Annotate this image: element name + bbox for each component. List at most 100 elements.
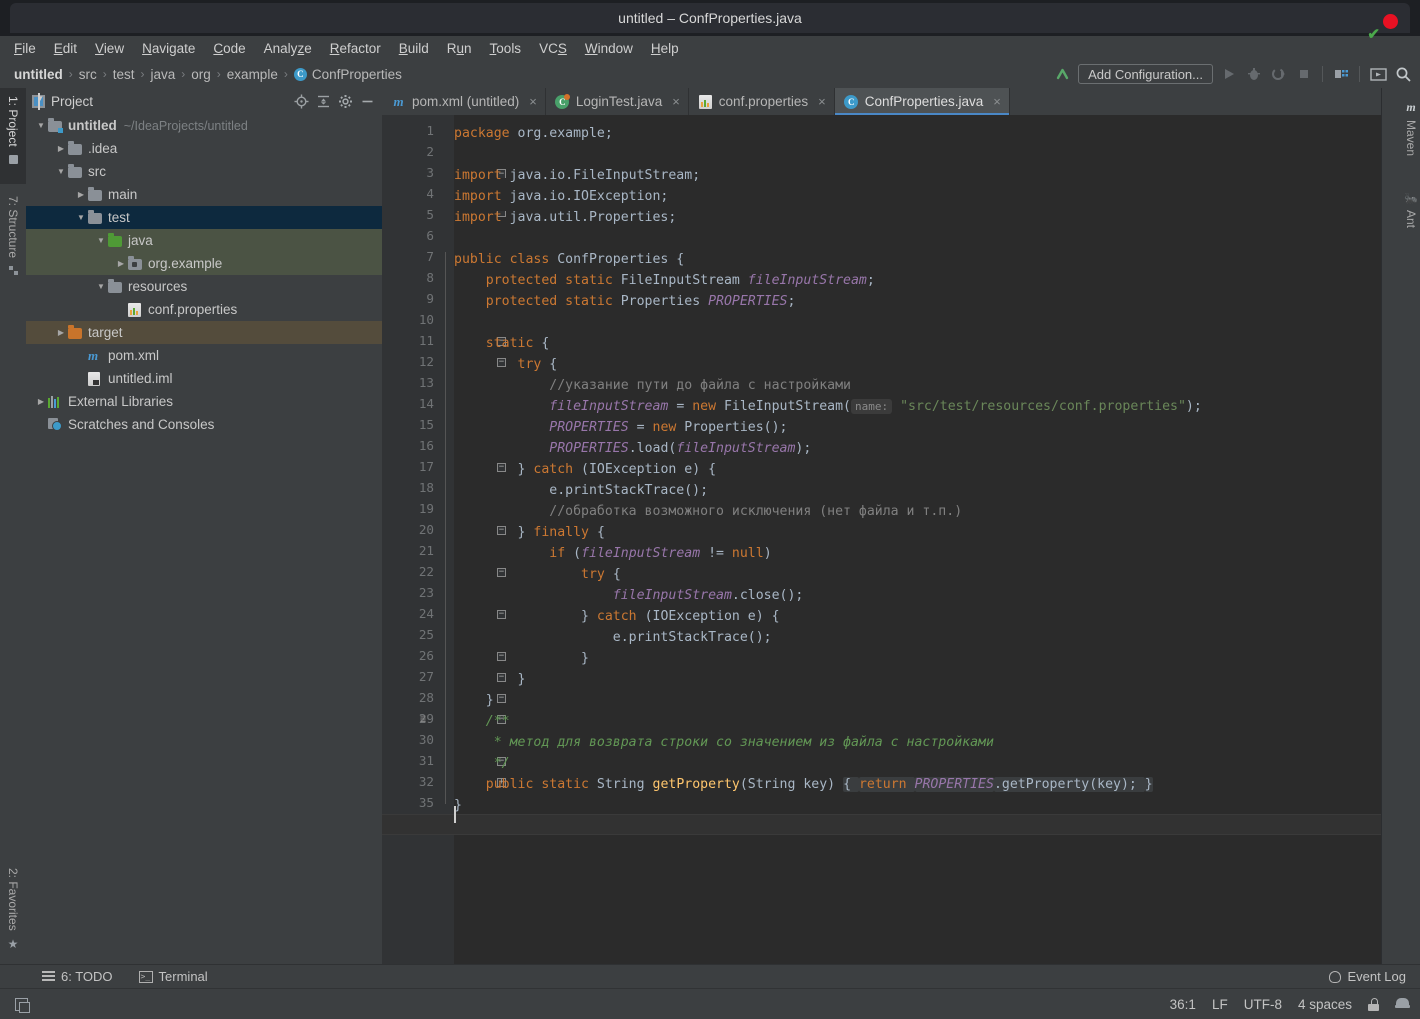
breadcrumb-item-java[interactable]: java [151,67,176,82]
code-editor[interactable]: 1234567891011121314151617181920212223242… [382,115,1382,968]
project-structure-icon[interactable] [1332,65,1350,83]
run-coverage-icon[interactable] [1270,65,1288,83]
collapse-all-icon[interactable] [315,93,332,110]
toggle-layout-icon[interactable] [10,995,32,1013]
breadcrumb-current-file[interactable]: ConfProperties [312,67,402,82]
search-icon[interactable] [1394,65,1412,83]
line-separator[interactable]: LF [1212,997,1228,1012]
sidebar-item-project[interactable]: 1: Project [0,88,26,184]
code-token: } [454,672,525,687]
tree-item-label: Scratches and Consoles [68,417,214,432]
chevron-down-icon[interactable] [94,236,108,245]
tree-item-src[interactable]: src [26,160,382,183]
chevron-right-icon[interactable] [74,190,88,199]
tree-item-untitled[interactable]: untitled~/IdeaProjects/untitled [26,114,382,137]
stop-icon[interactable] [1295,65,1313,83]
menu-item-navigate[interactable]: Navigate [142,41,195,56]
chevron-down-icon[interactable] [54,167,68,176]
chevron-down-icon[interactable] [34,121,48,130]
tree-item--idea[interactable]: .idea [26,137,382,160]
chevron-right-icon[interactable] [34,397,48,406]
sidebar-item-favorites[interactable]: 2: Favorites ★ [0,860,26,968]
close-tab-icon[interactable]: × [672,94,680,109]
line-number: 8 [384,270,434,285]
tree-item-main[interactable]: main [26,183,382,206]
inspection-ok-icon[interactable]: ✔ [1367,25,1380,43]
tree-item-scratches-and-consoles[interactable]: Scratches and Consoles [26,413,382,436]
menu-item-edit[interactable]: Edit [54,41,77,56]
chevron-right-icon[interactable] [54,328,68,337]
chevron-down-icon[interactable]: ▾ [38,93,40,110]
chevron-down-icon[interactable] [74,213,88,222]
chevron-down-icon[interactable] [94,282,108,291]
line-number: 19 [384,501,434,516]
menu-item-help[interactable]: Help [651,41,679,56]
indent-setting[interactable]: 4 spaces [1298,997,1352,1012]
breadcrumb-item-src[interactable]: src [79,67,97,82]
tree-item-pom-xml[interactable]: mpom.xml [26,344,382,367]
event-log-button[interactable]: Event Log [1329,969,1406,984]
add-configuration-button[interactable]: Add Configuration... [1078,64,1213,84]
editor-tab-pom-xml-untitled-[interactable]: mpom.xml (untitled)× [382,88,546,115]
sidebar-item-ant[interactable]: 🐜 Ant [1404,186,1418,254]
settings-gear-icon[interactable] [337,93,354,110]
javadoc-render-icon[interactable]: ≣ [420,714,426,725]
sidebar-item-maven[interactable]: m Maven [1404,94,1418,190]
caret-position[interactable]: 36:1 [1170,997,1196,1012]
menu-item-window[interactable]: Window [585,41,633,56]
run-icon[interactable] [1220,65,1238,83]
inspection-hat-icon[interactable] [1395,997,1410,1011]
editor-tab-conf-properties[interactable]: conf.properties× [689,88,835,115]
tree-item-test[interactable]: test [26,206,382,229]
tree-item-org-example[interactable]: org.example [26,252,382,275]
file-encoding[interactable]: UTF-8 [1244,997,1282,1012]
menu-item-vcs[interactable]: VCS [539,41,567,56]
code-folding-gutter[interactable]: −−−−−−−−−−−−+ [438,115,454,968]
tree-item-conf-properties[interactable]: conf.properties [26,298,382,321]
folder-icon [68,142,83,155]
unlocked-icon[interactable] [1368,998,1379,1011]
bottom-item-todo[interactable]: 6: TODO [42,969,113,984]
menu-item-tools[interactable]: Tools [490,41,522,56]
menu-item-refactor[interactable]: Refactor [330,41,381,56]
editor-tab-confproperties-java[interactable]: CConfProperties.java× [835,88,1010,115]
breadcrumb-item-org[interactable]: org [191,67,211,82]
locate-icon[interactable] [293,93,310,110]
tree-item-external-libraries[interactable]: External Libraries [26,390,382,413]
close-tab-icon[interactable]: × [529,94,537,109]
menu-item-run[interactable]: Run [447,41,472,56]
tree-item-java[interactable]: java [26,229,382,252]
menu-item-analyze[interactable]: Analyze [264,41,312,56]
menu-item-code[interactable]: Code [213,41,245,56]
line-number: 32 [384,774,434,789]
todo-icon [42,971,55,982]
code-line: } [454,669,525,690]
terminal-toolbar-icon[interactable] [1369,65,1387,83]
tree-item-target[interactable]: target [26,321,382,344]
breadcrumb-item-untitled[interactable]: untitled [14,67,63,82]
code-line: e.printStackTrace(); [454,480,708,501]
chevron-right-icon[interactable] [54,144,68,153]
menu-item-build[interactable]: Build [399,41,429,56]
hide-panel-icon[interactable] [359,93,376,110]
menu-item-view[interactable]: View [95,41,124,56]
close-tab-icon[interactable]: × [818,94,826,109]
code-line: static { [454,333,549,354]
event-log-label: Event Log [1347,969,1406,984]
menu-item-file[interactable]: File [14,41,36,56]
project-tree[interactable]: untitled~/IdeaProjects/untitled.ideasrcm… [26,114,382,968]
sidebar-item-structure[interactable]: 7: Structure [0,188,26,296]
debug-icon[interactable] [1245,65,1263,83]
bottom-item-terminal[interactable]: >_ Terminal [139,969,208,984]
update-project-icon[interactable] [1053,65,1071,83]
tree-item-resources[interactable]: resources [26,275,382,298]
close-window-button[interactable] [1383,14,1398,29]
chevron-right-icon[interactable] [114,259,128,268]
editor-tab-logintest-java[interactable]: CLoginTest.java× [546,88,689,115]
close-tab-icon[interactable]: × [993,94,1001,109]
breadcrumb-separator: › [103,67,107,81]
line-number: 31 [384,753,434,768]
tree-item-untitled-iml[interactable]: untitled.iml [26,367,382,390]
breadcrumb-item-test[interactable]: test [113,67,135,82]
breadcrumb-item-example[interactable]: example [227,67,278,82]
